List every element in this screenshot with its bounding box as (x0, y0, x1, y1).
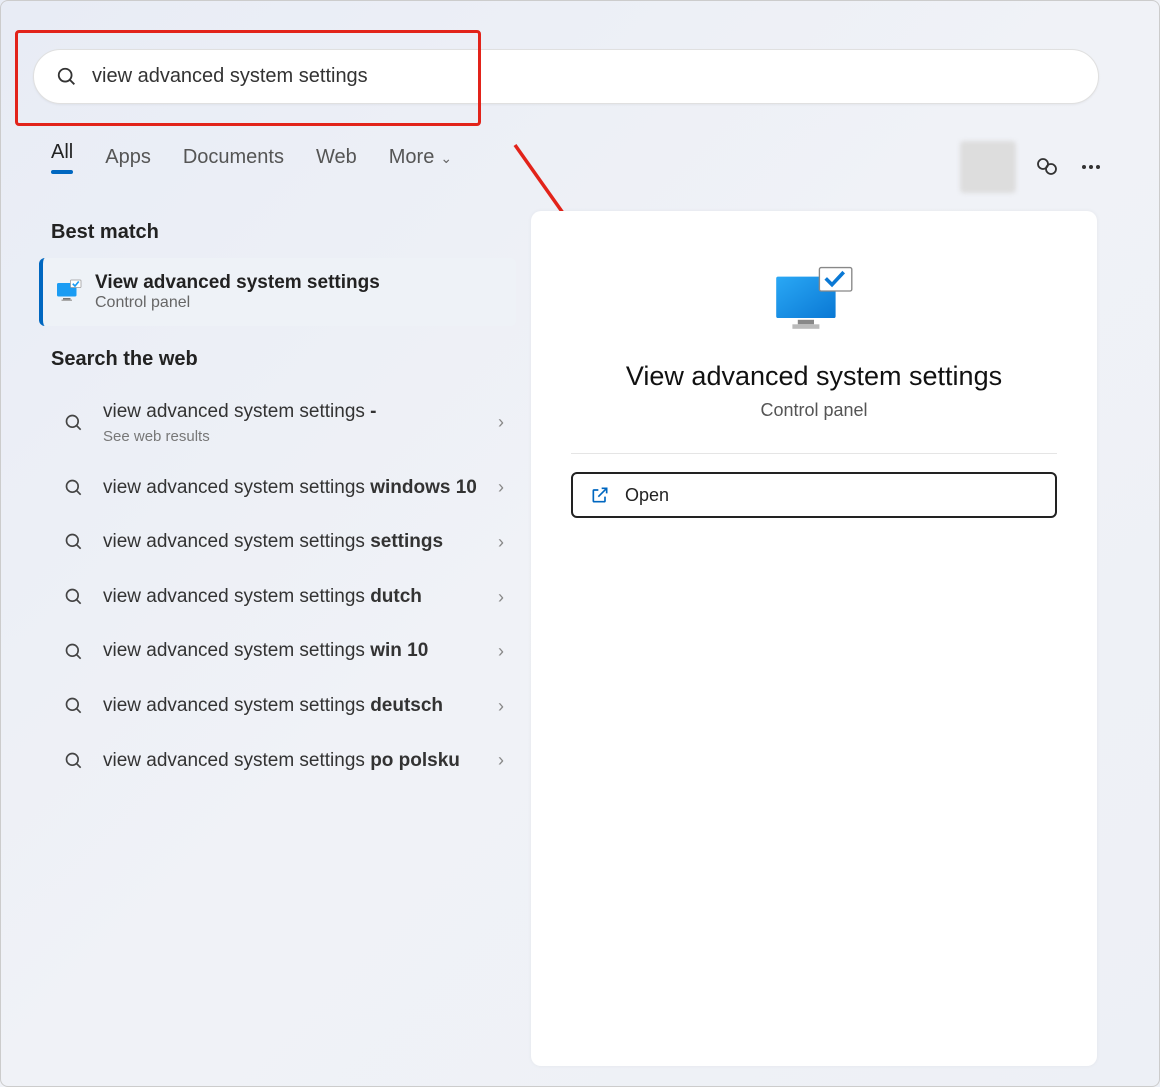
tab-all[interactable]: All (51, 141, 73, 182)
chat-icon[interactable] (1034, 154, 1060, 180)
search-icon (63, 586, 85, 608)
web-search-item[interactable]: view advanced system settings po polsku › (51, 734, 516, 789)
web-search-header: Search the web (51, 348, 516, 371)
web-search-item-text: view advanced system settings - See web … (103, 399, 480, 447)
divider (571, 453, 1057, 454)
tab-web[interactable]: Web (316, 146, 357, 177)
filter-tabs: All Apps Documents Web More⌄ (51, 141, 452, 182)
details-title: View advanced system settings (571, 361, 1057, 392)
more-icon[interactable] (1078, 154, 1104, 180)
chevron-right-icon: › (498, 532, 504, 553)
web-search-item[interactable]: view advanced system settings - See web … (51, 385, 516, 461)
tab-documents[interactable]: Documents (183, 146, 284, 177)
open-button-label: Open (625, 485, 669, 506)
best-match-result[interactable]: View advanced system settings Control pa… (39, 258, 516, 326)
web-search-item-text: view advanced system settings dutch (103, 584, 480, 611)
chevron-right-icon: › (498, 477, 504, 498)
best-match-subtitle: Control panel (95, 294, 380, 312)
open-external-icon (589, 484, 611, 506)
search-icon (63, 750, 85, 772)
web-search-item-text: view advanced system settings settings (103, 529, 480, 556)
open-button[interactable]: Open (571, 472, 1057, 518)
details-subtitle: Control panel (571, 400, 1057, 421)
web-search-item[interactable]: view advanced system settings dutch › (51, 570, 516, 625)
search-icon (63, 412, 85, 434)
web-search-item-text: view advanced system settings win 10 (103, 638, 480, 665)
web-search-item-text: view advanced system settings deutsch (103, 693, 480, 720)
web-search-item[interactable]: view advanced system settings windows 10… (51, 461, 516, 516)
web-search-item-text: view advanced system settings po polsku (103, 748, 480, 775)
chevron-right-icon: › (498, 750, 504, 771)
search-icon (56, 66, 78, 88)
search-icon (63, 695, 85, 717)
chevron-right-icon: › (498, 412, 504, 433)
web-search-item[interactable]: view advanced system settings win 10 › (51, 624, 516, 679)
search-icon (63, 641, 85, 663)
search-icon (63, 477, 85, 499)
web-search-item-text: view advanced system settings windows 10 (103, 475, 480, 502)
search-icon (63, 531, 85, 553)
details-panel: View advanced system settings Control pa… (531, 211, 1097, 1066)
chevron-right-icon: › (498, 587, 504, 608)
search-input[interactable] (92, 65, 1076, 88)
best-match-title: View advanced system settings (95, 272, 380, 294)
best-match-header: Best match (51, 221, 516, 244)
search-bar[interactable] (33, 49, 1099, 104)
control-panel-monitor-icon (53, 276, 85, 308)
chevron-right-icon: › (498, 696, 504, 717)
user-avatar[interactable] (960, 141, 1016, 193)
web-search-item[interactable]: view advanced system settings settings › (51, 515, 516, 570)
web-search-item[interactable]: view advanced system settings deutsch › (51, 679, 516, 734)
tab-more[interactable]: More⌄ (389, 146, 452, 177)
chevron-right-icon: › (498, 641, 504, 662)
control-panel-monitor-icon-large (769, 261, 859, 339)
tab-apps[interactable]: Apps (105, 146, 151, 177)
chevron-down-icon: ⌄ (440, 150, 452, 166)
